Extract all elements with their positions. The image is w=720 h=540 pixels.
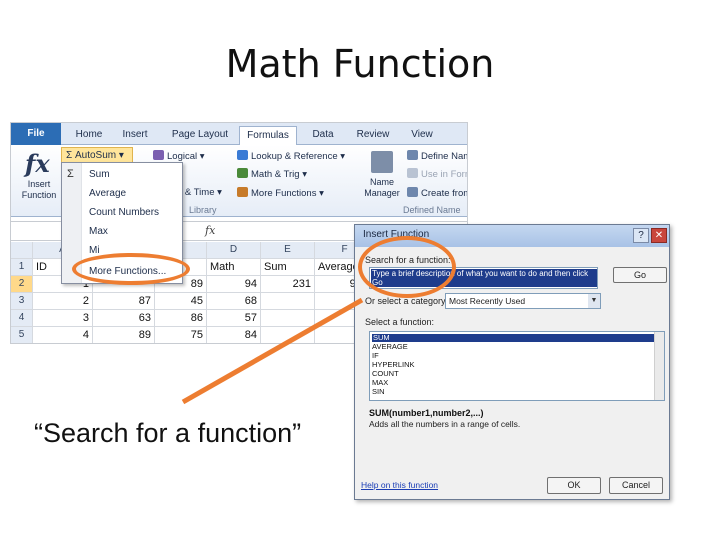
tab-view[interactable]: View <box>403 126 441 145</box>
lookup-icon <box>237 150 248 160</box>
use-in-formula-button[interactable]: Use in Form <box>407 168 467 180</box>
function-signature: SUM(number1,number2,...) <box>369 408 484 418</box>
insert-function-icon[interactable]: fx <box>25 149 50 178</box>
create-from-selection-button[interactable]: Create from <box>407 187 467 199</box>
menu-item-max[interactable]: Max <box>89 226 108 237</box>
cell[interactable]: 2 <box>33 293 93 310</box>
row-number[interactable]: 4 <box>11 310 33 327</box>
cell[interactable]: 45 <box>155 293 207 310</box>
row-number[interactable]: 2 <box>11 276 33 293</box>
ok-button[interactable]: OK <box>547 477 601 494</box>
more-functions-button[interactable]: More Functions ▾ <box>237 187 324 199</box>
tab-insert[interactable]: Insert <box>115 126 155 145</box>
chevron-down-icon[interactable]: ▼ <box>588 294 600 308</box>
cell[interactable]: 94 <box>207 276 261 293</box>
ribbon-tabs: File Home Insert Page Layout Formulas Da… <box>11 123 467 146</box>
list-item-average[interactable]: AVERAGE <box>372 343 408 351</box>
name-manager-button[interactable]: Name Manager <box>361 177 403 199</box>
help-button[interactable]: ? <box>633 228 649 243</box>
cell[interactable]: 84 <box>207 327 261 343</box>
category-select-value: Most Recently Used <box>449 296 526 306</box>
cell[interactable]: Sum <box>261 259 315 276</box>
menu-item-count-numbers[interactable]: Count Numbers <box>89 207 159 218</box>
define-name-button[interactable]: Define Nam <box>407 150 467 162</box>
logical-button[interactable]: Logical ▾ <box>153 150 205 162</box>
date-time-button[interactable]: e & Time ▾ <box>177 187 222 198</box>
close-icon[interactable]: ✕ <box>651 228 667 243</box>
menu-item-sum[interactable]: Sum <box>89 169 110 180</box>
search-highlight-oval <box>358 236 456 298</box>
formula-fx-icon[interactable]: fx <box>205 224 215 237</box>
row-number[interactable]: 1 <box>11 259 33 276</box>
sigma-icon: Σ <box>66 150 73 161</box>
tab-page-layout[interactable]: Page Layout <box>165 126 235 145</box>
cell[interactable]: 75 <box>155 327 207 343</box>
cell[interactable]: 3 <box>33 310 93 327</box>
autosum-label: AutoSum <box>74 150 117 161</box>
cell[interactable]: 57 <box>207 310 261 327</box>
book-icon <box>153 150 164 160</box>
column-header-d[interactable]: D <box>207 242 261 259</box>
tab-home[interactable]: Home <box>69 126 109 145</box>
math-trig-button[interactable]: Math & Trig ▾ <box>237 168 307 180</box>
column-header-e[interactable]: E <box>261 242 315 259</box>
tab-data[interactable]: Data <box>305 126 341 145</box>
menu-item-average[interactable]: Average <box>89 188 126 199</box>
tab-file[interactable]: File <box>11 123 61 145</box>
formula-icon <box>407 168 418 178</box>
row-number[interactable]: 3 <box>11 293 33 310</box>
more-functions-highlight-oval <box>72 253 190 285</box>
menu-item-min[interactable]: Mi <box>89 245 100 256</box>
help-on-function-link[interactable]: Help on this function <box>361 480 438 490</box>
cell[interactable]: 86 <box>155 310 207 327</box>
cell[interactable]: 4 <box>33 327 93 343</box>
tag-icon <box>407 150 418 160</box>
corner-cell[interactable] <box>11 242 33 259</box>
function-list[interactable]: SUM AVERAGE IF HYPERLINK COUNT MAX SIN <box>369 331 665 401</box>
category-select[interactable]: Most Recently Used ▼ <box>445 293 601 309</box>
select-function-label: Select a function: <box>365 317 435 327</box>
function-description: Adds all the numbers in a range of cells… <box>369 419 521 429</box>
list-item-hyperlink[interactable]: HYPERLINK <box>372 361 415 369</box>
defined-names-group-label: Defined Name <box>403 205 461 215</box>
function-library-group-label: Library <box>189 205 217 215</box>
row-number[interactable]: 5 <box>11 327 33 343</box>
sum-sigma-icon: Σ <box>67 168 74 180</box>
list-item-count[interactable]: COUNT <box>372 370 399 378</box>
more-functions-icon <box>237 187 248 197</box>
name-manager-icon[interactable] <box>371 151 393 173</box>
list-item-if[interactable]: IF <box>372 352 379 360</box>
list-item-sin[interactable]: SIN <box>372 388 385 396</box>
cell[interactable]: 231 <box>261 276 315 293</box>
list-item-sum[interactable]: SUM <box>372 334 654 342</box>
caption-text: “Search for a function” <box>34 418 302 448</box>
slide-title: Math Function <box>225 42 495 86</box>
lookup-reference-button[interactable]: Lookup & Reference ▾ <box>237 150 345 162</box>
cell[interactable]: 68 <box>207 293 261 310</box>
tab-review[interactable]: Review <box>349 126 397 145</box>
cell[interactable]: 63 <box>93 310 155 327</box>
grid-icon <box>407 187 418 197</box>
cell[interactable]: Math <box>207 259 261 276</box>
go-button[interactable]: Go <box>613 267 667 283</box>
cell[interactable] <box>261 293 315 310</box>
math-icon <box>237 168 248 178</box>
tab-formulas[interactable]: Formulas <box>239 126 297 146</box>
cell[interactable] <box>261 310 315 327</box>
list-item-max[interactable]: MAX <box>372 379 388 387</box>
cancel-button[interactable]: Cancel <box>609 477 663 494</box>
cell[interactable]: 89 <box>93 327 155 343</box>
cell[interactable]: 87 <box>93 293 155 310</box>
cell[interactable] <box>261 327 315 343</box>
insert-function-button[interactable]: Insert Function <box>17 179 61 201</box>
function-list-scrollbar[interactable] <box>654 332 664 400</box>
